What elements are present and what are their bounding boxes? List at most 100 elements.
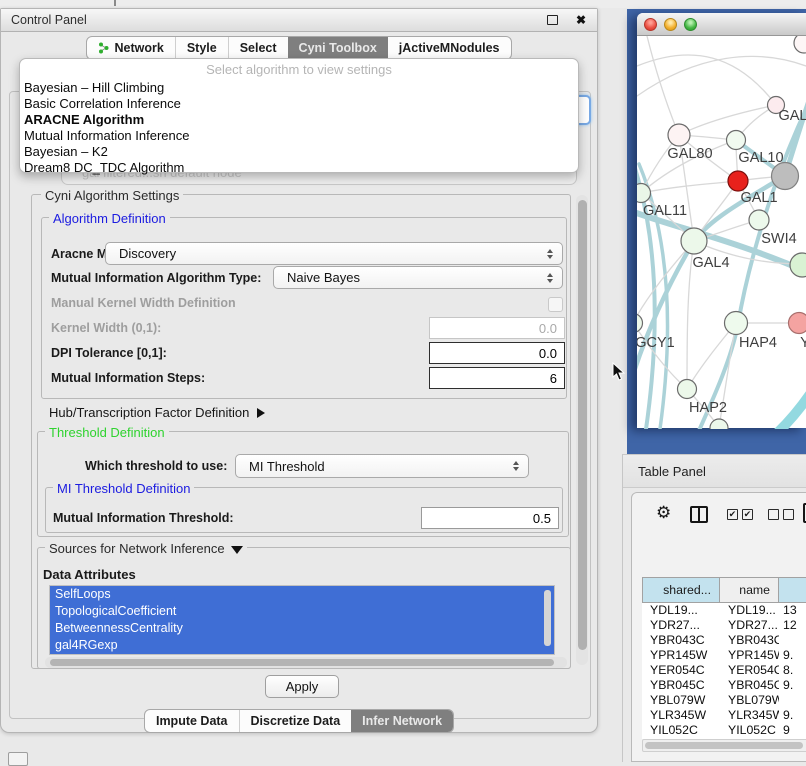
network-node-GAL80[interactable] — [668, 124, 690, 146]
network-edge[interactable] — [647, 36, 679, 135]
zoom-traffic-icon[interactable] — [684, 18, 697, 31]
table-cell[interactable]: YPR145W — [720, 648, 779, 663]
collapsed-arrow-icon[interactable] — [257, 408, 265, 418]
column-header[interactable]: A — [779, 577, 806, 603]
table-cell[interactable]: YLR345W — [642, 708, 720, 723]
node-attribute-table[interactable]: shared...nameAYDL19...YDL19...13YDR27...… — [642, 577, 806, 739]
network-view-window[interactable]: GALGAL80GAL10GAL1GAL11SWI4GAL4GCY1HAP4YH… — [637, 13, 806, 428]
manual-kernel-width-checkbox[interactable] — [548, 297, 563, 312]
attribute-list-item[interactable]: TopologicalCoefficient — [50, 603, 554, 620]
table-scrollbar-thumb[interactable] — [645, 742, 803, 749]
table-cell[interactable]: 9. — [779, 678, 806, 693]
table-cell[interactable]: YBR045C — [642, 678, 720, 693]
table-cell[interactable]: YPR145W — [642, 648, 720, 663]
table-row[interactable]: YER054CYER054C8. — [642, 663, 806, 678]
table-row[interactable]: YBR043CYBR043C — [642, 633, 806, 648]
unchecked-checkbox-icon[interactable] — [768, 509, 779, 520]
network-node-top-right-node[interactable] — [794, 36, 806, 53]
table-cell[interactable]: YDL19... — [720, 603, 779, 618]
dpi-tolerance-field[interactable]: 0.0 — [429, 342, 565, 364]
table-row[interactable]: YIL052CYIL052C9 — [642, 723, 806, 738]
network-node-GAL10[interactable] — [727, 131, 746, 150]
network-canvas[interactable]: GALGAL80GAL10GAL1GAL11SWI4GAL4GCY1HAP4YH… — [637, 36, 806, 429]
network-node-GAL11[interactable] — [637, 184, 651, 203]
sources-group-title[interactable]: Sources for Network Inference — [45, 541, 247, 556]
network-node-GAL4[interactable] — [681, 228, 707, 254]
checked-checkbox-icon[interactable]: ✔ — [727, 509, 738, 520]
network-graph[interactable]: GALGAL80GAL10GAL1GAL11SWI4GAL4GCY1HAP4YH… — [637, 36, 806, 429]
table-cell[interactable]: YBL079W — [720, 693, 779, 708]
table-cell[interactable]: YDL19... — [642, 603, 720, 618]
attribute-list-item[interactable]: gal4RGexp — [50, 637, 554, 654]
settings-vertical-scrollbar[interactable] — [576, 195, 588, 665]
aracne-mode-combo[interactable]: Discovery — [105, 242, 563, 265]
table-cell[interactable]: YLR345W — [720, 708, 779, 723]
table-cell[interactable] — [779, 693, 806, 708]
bottom-left-button[interactable] — [8, 752, 28, 766]
network-edge[interactable] — [679, 105, 776, 135]
tab-discretize-data[interactable]: Discretize Data — [239, 710, 352, 732]
network-window-titlebar[interactable] — [637, 13, 806, 36]
split-columns-icon[interactable] — [690, 506, 708, 523]
table-cell[interactable]: 9. — [779, 648, 806, 663]
expanded-arrow-icon[interactable] — [231, 546, 243, 554]
control-panel-titlebar[interactable]: Control Panel ✖ — [1, 9, 597, 32]
mi-steps-field[interactable]: 6 — [429, 367, 565, 389]
tab-impute-data[interactable]: Impute Data — [145, 710, 239, 732]
settings-scrollbar-thumb[interactable] — [578, 200, 587, 650]
tab-select[interactable]: Select — [228, 37, 288, 59]
checked-checkbox-icon[interactable]: ✔ — [742, 509, 753, 520]
network-node-GCY1[interactable] — [637, 314, 643, 333]
table-row[interactable]: YBL079WYBL079W — [642, 693, 806, 708]
table-cell[interactable]: YBR045C — [720, 678, 779, 693]
table-cell[interactable]: YIL052C — [642, 723, 720, 738]
attr-list-scrollbar-thumb[interactable] — [544, 590, 551, 646]
table-cell[interactable]: YBR043C — [720, 633, 779, 648]
attribute-list-item[interactable]: SelfLoops — [50, 586, 554, 603]
table-cell[interactable] — [779, 633, 806, 648]
sources-horizontal-scrollbar[interactable] — [45, 657, 567, 668]
tab-style[interactable]: Style — [175, 37, 228, 59]
sources-scrollbar-thumb[interactable] — [50, 659, 554, 666]
which-threshold-combo[interactable]: MI Threshold — [235, 454, 529, 478]
network-node-GAL1[interactable] — [728, 171, 748, 191]
table-cell[interactable]: YER054C — [642, 663, 720, 678]
network-node-bottom-node[interactable] — [710, 419, 728, 429]
table-cell[interactable]: 8. — [779, 663, 806, 678]
tab-jactivemnodules[interactable]: jActiveMNodules — [388, 37, 511, 59]
table-cell[interactable]: 12 — [779, 618, 806, 633]
close-icon[interactable]: ✖ — [576, 14, 586, 26]
hub-definition-toggle[interactable]: Hub/Transcription Factor Definition — [49, 405, 265, 420]
network-node-gray-node[interactable] — [772, 163, 799, 190]
network-edge[interactable] — [637, 323, 687, 389]
close-traffic-icon[interactable] — [644, 18, 657, 31]
table-row[interactable]: YPR145WYPR145W9. — [642, 648, 806, 663]
algorithm-option[interactable]: Mutual Information Inference — [20, 128, 578, 144]
table-cell[interactable]: YDR27... — [642, 618, 720, 633]
table-cell[interactable]: YBL079W — [642, 693, 720, 708]
table-cell[interactable]: 13 — [779, 603, 806, 618]
network-edge[interactable] — [765, 374, 806, 429]
gear-icon[interactable]: ⚙ — [656, 504, 671, 521]
table-row[interactable]: YBR045CYBR045C9. — [642, 678, 806, 693]
network-node-pink-right-node[interactable] — [789, 313, 806, 334]
table-cell[interactable]: YIL052C — [720, 723, 779, 738]
minimize-traffic-icon[interactable] — [664, 18, 677, 31]
algorithm-option[interactable]: Bayesian – K2 — [20, 144, 578, 160]
algorithm-option[interactable]: ARACNE Algorithm — [20, 112, 578, 128]
float-window-icon[interactable] — [547, 15, 558, 25]
table-horizontal-scrollbar[interactable] — [642, 739, 806, 752]
table-row[interactable]: YDL19...YDL19...13 — [642, 603, 806, 618]
tab-cyni-toolbox[interactable]: Cyni Toolbox — [288, 37, 388, 59]
table-cell[interactable]: YDR27... — [720, 618, 779, 633]
unchecked-checkbox-icon[interactable] — [783, 509, 794, 520]
network-edge[interactable] — [641, 181, 738, 193]
table-row[interactable]: YDR27...YDR27...12 — [642, 618, 806, 633]
network-node-HAP4[interactable] — [725, 312, 748, 335]
network-node-SWI4[interactable] — [749, 210, 769, 230]
table-cell[interactable]: 9 — [779, 723, 806, 738]
column-header[interactable]: name — [720, 577, 779, 603]
column-header[interactable]: shared... — [642, 577, 720, 603]
attribute-list-item[interactable]: BetweennessCentrality — [50, 620, 554, 637]
table-cell[interactable]: YER054C — [720, 663, 779, 678]
